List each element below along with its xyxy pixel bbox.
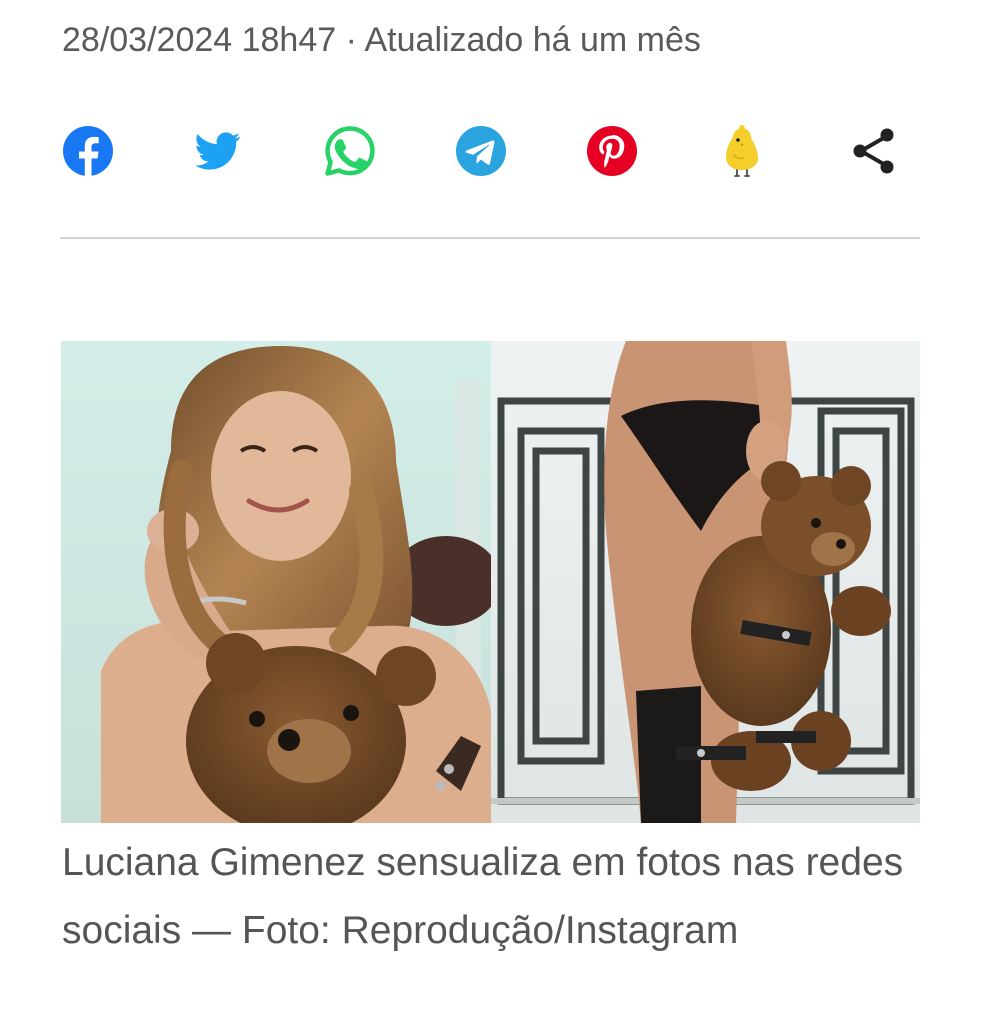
koo-bird-icon: [726, 125, 758, 177]
share-bar: [60, 122, 920, 180]
share-koo-button[interactable]: [714, 122, 770, 180]
article-timestamp: 28/03/2024 18h47 · Atualizado há um mês: [62, 21, 701, 59]
article-photo-image: [61, 341, 920, 823]
twitter-bird-icon: [195, 132, 241, 170]
share-icon: [853, 128, 894, 174]
share-facebook-button[interactable]: [60, 122, 116, 180]
share-twitter-button[interactable]: [190, 122, 246, 180]
share-whatsapp-button[interactable]: [322, 122, 378, 180]
whatsapp-icon: [325, 126, 375, 176]
share-telegram-button[interactable]: [453, 122, 509, 180]
facebook-icon: [63, 126, 113, 177]
pinterest-icon: [587, 126, 637, 176]
share-pinterest-button[interactable]: [584, 122, 640, 180]
photo-caption: Luciana Gimenez sensualiza em fotos nas …: [62, 841, 904, 952]
article-photo[interactable]: [61, 341, 920, 823]
telegram-icon: [456, 126, 506, 176]
divider: [60, 237, 920, 239]
share-button[interactable]: [846, 122, 902, 180]
